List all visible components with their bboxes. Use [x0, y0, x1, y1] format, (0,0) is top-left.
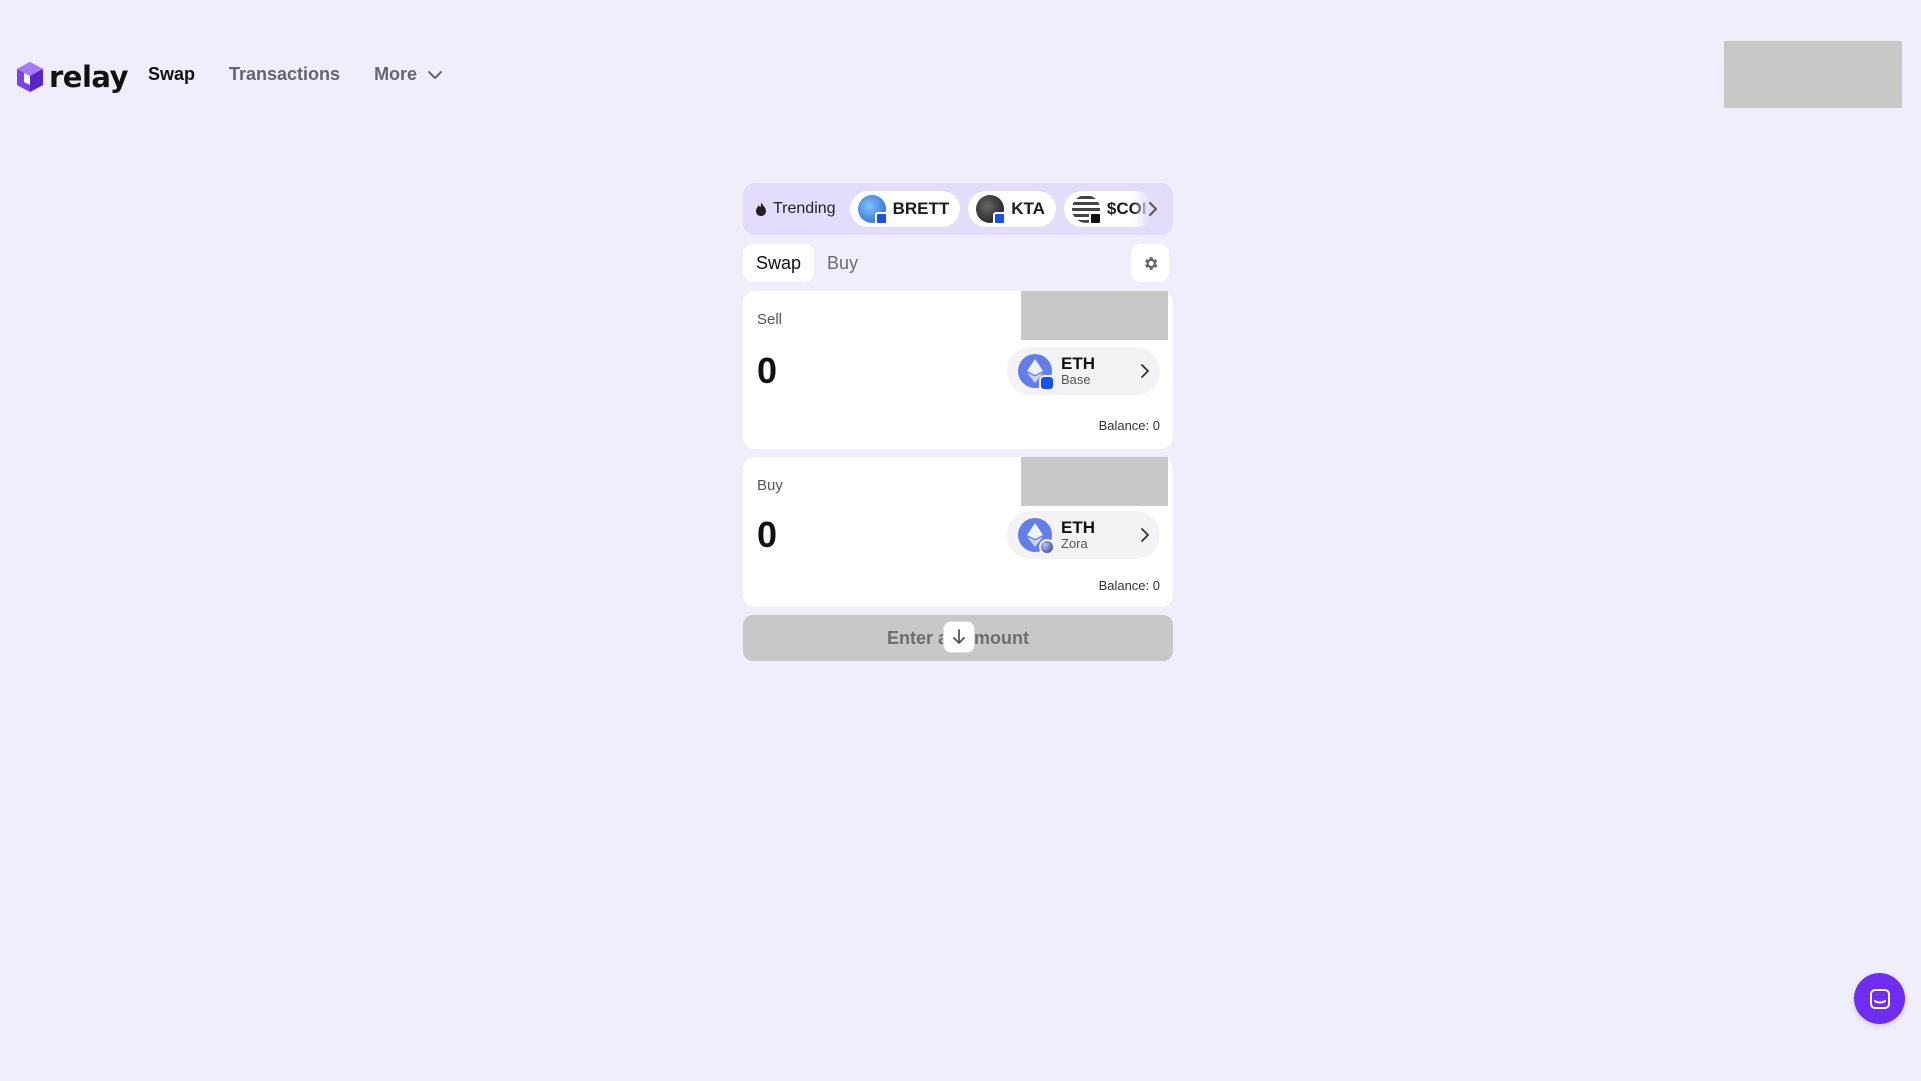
nav-transactions-label: Transactions	[229, 64, 341, 84]
sell-token-chain: Base	[1061, 372, 1091, 388]
sell-amount-input[interactable]	[757, 347, 957, 395]
buy-placeholder-block	[1021, 457, 1168, 506]
eth-token-icon	[1018, 354, 1055, 391]
flame-icon	[756, 202, 766, 216]
sell-token-selector[interactable]: ETH Base	[1007, 347, 1160, 395]
trending-bar: Trending BRETT KTA $COI	[743, 183, 1173, 235]
trending-next-button[interactable]	[1133, 183, 1173, 235]
sell-placeholder-block	[1021, 291, 1168, 340]
chip-symbol: BRETT	[892, 199, 950, 218]
buy-panel: Buy ETH Zora Balance: 0	[743, 457, 1173, 607]
arrow-down-icon	[953, 629, 965, 644]
trending-text: Trending	[773, 200, 836, 217]
swap-direction-button[interactable]	[943, 621, 975, 653]
nav-swap-label: Swap	[148, 64, 196, 84]
nav-transactions[interactable]: Transactions	[229, 64, 340, 85]
gear-icon	[1144, 256, 1157, 270]
trending-chip-kta[interactable]: KTA	[968, 191, 1056, 227]
zora-chain-badge	[1039, 539, 1055, 555]
swap-widget: Trending BRETT KTA $COI Swap Buy Sell 0 …	[743, 183, 1173, 661]
trending-label: Trending	[755, 200, 836, 218]
sell-token-symbol: ETH	[1061, 353, 1095, 373]
base-chain-badge	[993, 212, 1007, 225]
buy-token-text: ETH Zora	[1061, 517, 1095, 552]
chevron-right-icon	[1141, 528, 1149, 542]
eth-token-icon	[1018, 518, 1055, 555]
buy-label: Buy	[757, 477, 783, 494]
sell-token-text: ETH Base	[1061, 353, 1095, 388]
sell-label: Sell	[757, 311, 783, 328]
trending-chip-brett[interactable]: BRETT	[849, 191, 961, 227]
nav-more-dropdown[interactable]: More	[374, 64, 443, 85]
sell-balance: Balance: 0	[1098, 418, 1160, 433]
tab-swap[interactable]: Swap	[743, 244, 815, 282]
relay-logo[interactable]: relay	[15, 57, 129, 97]
sell-panel: Sell ETH Base Balance: 0	[743, 291, 1173, 449]
chat-icon	[1869, 988, 1890, 1009]
logo-text: relay	[49, 60, 129, 94]
chain-badge	[1088, 212, 1102, 225]
buy-token-chain: Zora	[1061, 536, 1088, 552]
chevron-right-icon	[1141, 364, 1149, 378]
chevron-right-icon	[1149, 202, 1157, 216]
settings-button[interactable]	[1131, 244, 1169, 282]
tab-buy[interactable]: Buy	[814, 244, 871, 282]
coi-token-icon	[1071, 195, 1102, 225]
relay-logo-icon	[17, 62, 43, 92]
buy-amount-input[interactable]	[757, 511, 957, 559]
buy-token-selector[interactable]: ETH Zora	[1007, 511, 1160, 559]
buy-balance: Balance: 0	[1098, 578, 1160, 593]
kta-token-icon	[976, 195, 1007, 225]
support-chat-button[interactable]	[1854, 973, 1905, 1024]
tab-swap-label: Swap	[756, 252, 802, 273]
swap-tabs: Swap Buy	[743, 243, 1173, 283]
buy-token-symbol: ETH	[1061, 517, 1095, 537]
tab-buy-label: Buy	[827, 252, 859, 273]
main-nav: Swap Transactions More	[148, 64, 443, 85]
header: relay Swap Transactions More	[0, 0, 1921, 150]
wallet-placeholder[interactable]	[1724, 41, 1902, 108]
base-chain-badge	[1039, 375, 1055, 391]
chip-symbol: KTA	[1011, 199, 1045, 218]
base-chain-badge	[874, 212, 888, 225]
chevron-down-icon	[428, 70, 443, 79]
nav-swap[interactable]: Swap	[148, 64, 195, 85]
brett-token-icon	[857, 195, 888, 225]
nav-more-label: More	[374, 64, 418, 84]
